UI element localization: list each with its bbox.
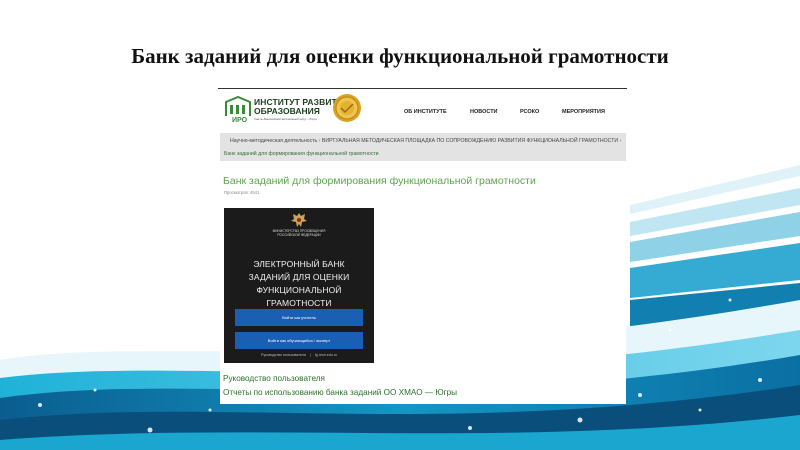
- banner-footer: Руководство пользователя | fg.resh.edu.r…: [224, 353, 374, 357]
- login-student-button[interactable]: Войти как обучающийся / эксперт: [235, 332, 363, 349]
- breadcrumb-separator: ›: [619, 138, 622, 144]
- banner-title-line: ЭЛЕКТРОННЫЙ БАНК: [253, 259, 345, 269]
- nav-events[interactable]: МЕРОПРИЯТИЯ: [562, 109, 605, 115]
- gold-medal-icon: [333, 94, 361, 122]
- usage-reports-link[interactable]: Отчеты по использованию банка заданий ОО…: [223, 388, 457, 397]
- logo-line2: ОБРАЗОВАНИЯ: [254, 106, 320, 116]
- user-guide-link[interactable]: Руководство пользователя: [223, 374, 325, 383]
- nav-rsoko[interactable]: РСОКО: [520, 109, 539, 115]
- site-header: ИНСТИТУТ РАЗВИТИЯ ОБРАЗОВАНИЯ ИРО Ханты-…: [220, 89, 626, 131]
- banner-title-line: ЗАДАНИЙ ДЛЯ ОЦЕНКИ: [248, 272, 350, 282]
- banner-title: ЭЛЕКТРОННЫЙ БАНК ЗАДАНИЙ ДЛЯ ОЦЕНКИ ФУНК…: [224, 258, 374, 310]
- breadcrumb-row-2: Банк заданий для формирования функционал…: [224, 151, 379, 157]
- banner-guide-link[interactable]: Руководство пользователя: [261, 353, 306, 357]
- breadcrumb-current: Банк заданий для формирования функционал…: [224, 151, 379, 157]
- breadcrumb: Научно-методическая деятельность › ВИРТУ…: [220, 133, 626, 161]
- nav-about[interactable]: ОБ ИНСТИТУТЕ: [404, 109, 447, 115]
- logo-building-icon: [225, 96, 251, 116]
- login-teacher-button[interactable]: Войти как учитель: [235, 309, 363, 326]
- views-counter: Просмотров: 4541: [224, 190, 260, 195]
- ministry-line: РОССИЙСКОЙ ФЕДЕРАЦИИ: [277, 233, 321, 237]
- task-bank-banner[interactable]: МИНИСТЕРСТВО ПРОСВЕЩЕНИЯ РОССИЙСКОЙ ФЕДЕ…: [224, 208, 374, 363]
- website-screenshot: ИНСТИТУТ РАЗВИТИЯ ОБРАЗОВАНИЯ ИРО Ханты-…: [220, 89, 626, 404]
- logo-abbreviation: ИРО: [232, 117, 248, 124]
- slide-title: Банк заданий для оценки функциональной г…: [131, 44, 669, 68]
- banner-site-link[interactable]: fg.resh.edu.ru: [315, 353, 337, 357]
- breadcrumb-row-1: Научно-методическая деятельность › ВИРТУ…: [230, 138, 621, 144]
- breadcrumb-item[interactable]: Научно-методическая деятельность: [230, 138, 317, 144]
- page-title: Банк заданий для формирования функционал…: [223, 175, 536, 187]
- breadcrumb-separator: ›: [318, 138, 321, 144]
- nav-news[interactable]: НОВОСТИ: [470, 109, 498, 115]
- ministry-caption: МИНИСТЕРСТВО ПРОСВЕЩЕНИЯ РОССИЙСКОЙ ФЕДЕ…: [224, 229, 374, 237]
- double-headed-eagle-icon: [291, 213, 307, 227]
- breadcrumb-item[interactable]: ВИРТУАЛЬНАЯ МЕТОДИЧЕСКАЯ ПЛОЩАДКА ПО СОП…: [322, 138, 618, 144]
- banner-title-line: ФУНКЦИОНАЛЬНОЙ ГРАМОТНОСТИ: [256, 285, 342, 308]
- logo-subtitle: Ханты-Мансийский автономный округ - Югра: [254, 117, 317, 121]
- footer-separator: |: [309, 353, 311, 357]
